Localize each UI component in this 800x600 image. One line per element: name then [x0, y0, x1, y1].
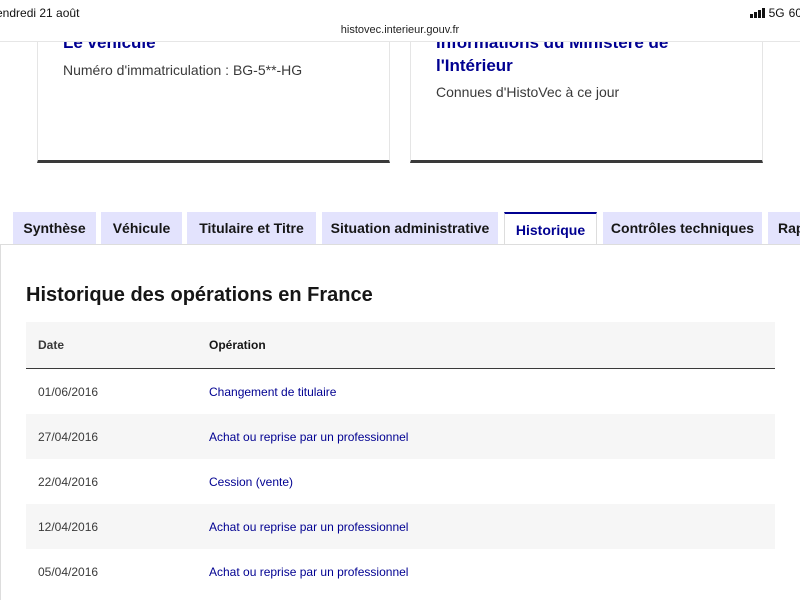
ministry-card-title: Informations du Ministère de l'Intérieur — [436, 42, 669, 75]
row-date: 22/04/2016 — [38, 474, 99, 489]
row-operation: Achat ou reprise par un professionnel — [209, 519, 409, 534]
tab-bar: Synthèse Véhicule Titulaire et Titre Sit… — [0, 212, 800, 245]
tab-controles-techniques[interactable]: Contrôles techniques — [603, 212, 762, 244]
row-operation: Cession (vente) — [209, 474, 294, 489]
table-row: 05/04/2016 Achat ou reprise par un profe… — [26, 549, 775, 594]
status-indicators: 5G 60 — [749, 6, 800, 20]
history-table: Date Opération 01/06/2016 Changement de … — [26, 322, 775, 594]
row-date: 27/04/2016 — [38, 429, 99, 444]
address-bar-url[interactable]: histovec.interieur.gouv.fr — [0, 24, 800, 36]
registration-number: Numéro d'immatriculation : BG-5**-HG — [63, 62, 303, 78]
table-row: 27/04/2016 Achat ou reprise par un profe… — [26, 414, 775, 459]
ministry-card-text: Connues d'HistoVec à ce jour — [436, 84, 620, 100]
row-date: 01/06/2016 — [38, 384, 99, 399]
signal-icon — [749, 8, 765, 18]
tab-vehicule[interactable]: Véhicule — [101, 212, 182, 244]
ministry-card: Informations du Ministère de l'Intérieur… — [410, 42, 763, 163]
column-header-date: Date — [38, 338, 65, 352]
tab-titulaire-titre[interactable]: Titulaire et Titre — [187, 212, 316, 244]
vehicle-card: Le véhicule Numéro d'immatriculation : B… — [37, 42, 390, 163]
row-operation: Achat ou reprise par un professionnel — [209, 429, 409, 444]
status-time: endredi 21 août — [0, 6, 80, 20]
table-row: 12/04/2016 Achat ou reprise par un profe… — [26, 504, 775, 549]
vehicle-card-title: Le véhicule — [63, 42, 156, 52]
row-date: 12/04/2016 — [38, 519, 99, 534]
row-operation: Achat ou reprise par un professionnel — [209, 564, 409, 579]
history-title: Historique des opérations en France — [26, 284, 373, 306]
network-label: 5G — [768, 6, 785, 20]
table-row: 01/06/2016 Changement de titulaire — [26, 369, 775, 414]
tab-historique[interactable]: Historique — [504, 212, 597, 245]
table-header: Date Opération — [26, 322, 775, 369]
table-row: 22/04/2016 Cession (vente) — [26, 459, 775, 504]
tab-situation-administrative[interactable]: Situation administrative — [322, 212, 498, 244]
tab-synthese[interactable]: Synthèse — [13, 212, 96, 244]
battery-level: 60 — [788, 6, 800, 20]
column-header-operation: Opération — [209, 338, 266, 352]
status-bar: endredi 21 août histovec.interieur.gouv.… — [0, 0, 800, 42]
row-operation: Changement de titulaire — [209, 384, 337, 399]
row-date: 05/04/2016 — [38, 564, 99, 579]
tab-rapport[interactable]: Rap — [768, 212, 800, 244]
